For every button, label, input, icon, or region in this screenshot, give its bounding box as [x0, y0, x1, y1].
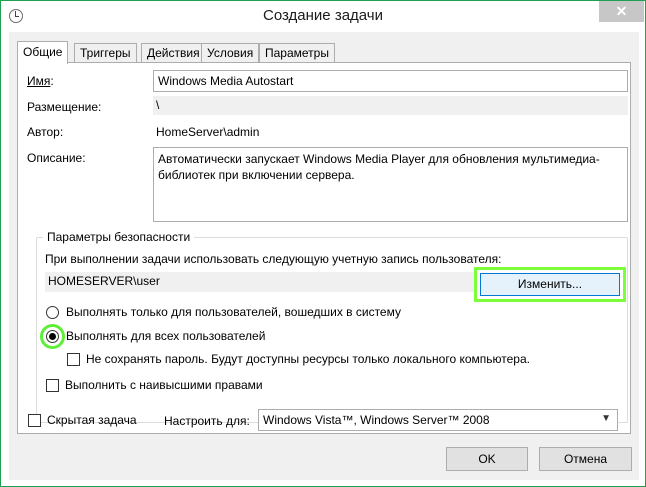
- chevron-down-icon: ▼: [601, 413, 611, 424]
- run-as-label: При выполнении задачи использовать следу…: [45, 252, 502, 266]
- dialog-body: Общие Триггеры Действия Условия Параметр…: [9, 32, 639, 480]
- name-label: Имя:: [27, 74, 54, 88]
- configure-for-select[interactable]: Windows Vista™, Windows Server™ 2008 ▼: [258, 409, 618, 431]
- highest-privileges-checkbox[interactable]: [46, 379, 59, 392]
- name-label-colon: :: [50, 74, 54, 88]
- location-label: Размещение:: [27, 100, 102, 114]
- configure-for-value: Windows Vista™, Windows Server™ 2008: [263, 413, 490, 427]
- general-tab-page: Имя: Windows Media Autostart Размещение:…: [17, 62, 631, 434]
- radio-all-users[interactable]: [46, 330, 59, 343]
- highest-privileges-label[interactable]: Выполнить с наивысшими правами: [65, 378, 263, 392]
- window-title: Создание задачи: [263, 7, 383, 24]
- name-input[interactable]: Windows Media Autostart: [153, 70, 628, 92]
- radio-logged-on-label[interactable]: Выполнять только для пользователей, воше…: [66, 305, 401, 319]
- tab-settings[interactable]: Параметры: [259, 43, 335, 63]
- description-input[interactable]: Автоматически запускает Windows Media Pl…: [153, 147, 628, 222]
- radio-logged-on-only[interactable]: [46, 306, 59, 319]
- tab-actions[interactable]: Действия: [141, 43, 206, 63]
- author-label: Автор:: [27, 125, 64, 139]
- tab-triggers[interactable]: Триггеры: [74, 43, 137, 63]
- configure-for-label: Настроить для:: [164, 414, 250, 428]
- tab-conditions[interactable]: Условия: [201, 43, 260, 63]
- title-bar[interactable]: Создание задачи ✕: [1, 1, 645, 32]
- ok-button[interactable]: OK: [446, 447, 528, 471]
- description-line: Автоматически запускает Windows Media Pl…: [158, 152, 600, 166]
- location-value: \: [153, 96, 628, 115]
- hidden-task-label[interactable]: Скрытая задача: [47, 413, 137, 427]
- security-group-title: Параметры безопасности: [43, 230, 195, 244]
- tab-general[interactable]: Общие: [17, 41, 69, 64]
- author-value: HomeServer\admin: [156, 125, 260, 139]
- cancel-button[interactable]: Отмена: [539, 447, 632, 471]
- no-store-password-checkbox[interactable]: [67, 353, 80, 366]
- description-label: Описание:: [27, 151, 86, 165]
- radio-all-users-label[interactable]: Выполнять для всех пользователей: [66, 329, 265, 343]
- hidden-task-checkbox[interactable]: [28, 414, 41, 427]
- close-button[interactable]: ✕: [599, 1, 644, 22]
- name-label-text: Имя: [27, 74, 51, 88]
- create-task-dialog: Создание задачи ✕ Общие Триггеры Действи…: [0, 0, 646, 487]
- description-line: библиотек при включении сервера.: [158, 168, 355, 182]
- change-user-button[interactable]: Изменить...: [474, 267, 626, 302]
- no-store-password-label[interactable]: Не сохранять пароль. Будут доступны ресу…: [86, 352, 530, 366]
- user-account-field: HOMESERVER\user: [45, 272, 475, 292]
